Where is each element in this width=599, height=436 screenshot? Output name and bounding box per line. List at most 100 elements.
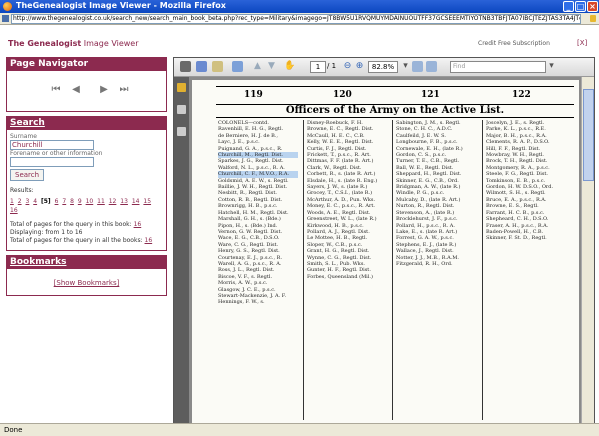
maximize-button[interactable]: □ bbox=[575, 1, 586, 12]
page-number: 122 bbox=[512, 90, 531, 100]
surname-label: Surname bbox=[10, 133, 37, 140]
result-page-link[interactable]: 16 bbox=[10, 207, 18, 214]
result-page-link[interactable]: 13 bbox=[120, 198, 128, 205]
subscription-label: Credit Free Subscription bbox=[478, 40, 550, 47]
fit-width-icon[interactable] bbox=[426, 61, 437, 72]
surname-input[interactable]: Churchill bbox=[10, 140, 94, 150]
result-page-link[interactable]: 9 bbox=[78, 198, 82, 205]
search-button[interactable]: Search bbox=[10, 169, 45, 181]
bookmarks-title[interactable]: Bookmarks bbox=[7, 256, 166, 269]
last-page-icon[interactable]: ⏭ bbox=[119, 85, 129, 95]
attachments-icon[interactable] bbox=[177, 127, 186, 136]
result-page-link[interactable]: 8 bbox=[70, 198, 74, 205]
search-title[interactable]: Search bbox=[7, 117, 166, 130]
hand-tool-icon[interactable]: ✋ bbox=[284, 61, 295, 72]
total-book-label: Total of pages for the query in this boo… bbox=[10, 221, 132, 228]
email-icon[interactable] bbox=[232, 61, 243, 72]
page-number: 119 bbox=[244, 90, 263, 100]
forename-input[interactable] bbox=[10, 157, 94, 167]
close-viewer-link[interactable]: [X] bbox=[577, 39, 587, 47]
print-icon[interactable] bbox=[180, 61, 191, 72]
text-column: Sabington, J. M., s. Regtl. Stone, C. H. … bbox=[396, 120, 476, 420]
firefox-icon bbox=[3, 2, 12, 11]
entry-line: Corbett, R., s. (late R. Art.) bbox=[307, 171, 376, 178]
total-book-value[interactable]: 16 bbox=[134, 221, 142, 228]
zoom-select[interactable]: 82.8% bbox=[368, 61, 398, 73]
entry-line: Fitzgerald, R. H., Ord. bbox=[396, 260, 453, 267]
text-column: Disney-Roebuck, F. H. Browne, E. C., Regt… bbox=[307, 120, 387, 420]
total-all-value[interactable]: 16 bbox=[145, 237, 153, 244]
navigator-controls: ⏮ ◀ ▶ ⏭ bbox=[7, 71, 166, 111]
close-window-button[interactable]: × bbox=[587, 1, 598, 12]
total-book-stat: Total of pages for the query in this boo… bbox=[10, 221, 163, 229]
security-lock-icon[interactable] bbox=[177, 83, 186, 92]
result-page-link[interactable]: 4 bbox=[33, 198, 37, 205]
result-page-link[interactable]: 10 bbox=[86, 198, 94, 205]
entry-line: Forbes, Queensland (Mil.) bbox=[307, 273, 373, 280]
result-page-link[interactable]: 1 bbox=[10, 198, 14, 205]
sidebar: Page Navigator ⏮ ◀ ▶ ⏭ Search Surname Ch… bbox=[6, 57, 167, 300]
result-page-link[interactable]: 12 bbox=[109, 198, 117, 205]
prev-page-icon[interactable]: ◀ bbox=[71, 85, 81, 95]
result-page-link[interactable]: 7 bbox=[62, 198, 66, 205]
result-page-current: [5] bbox=[41, 198, 51, 205]
result-page-link[interactable]: 6 bbox=[55, 198, 59, 205]
zoom-dropdown-icon[interactable]: ▾ bbox=[400, 61, 411, 72]
pdf-toolbar: ▲ ▼ ✋ 1 / 1 ⊖ ⊕ 82.8% ▾ Find ▾ bbox=[174, 58, 594, 77]
result-page-link[interactable]: 3 bbox=[26, 198, 30, 205]
status-bar: Done bbox=[0, 423, 599, 436]
zoom-out-icon[interactable]: ⊖ bbox=[342, 61, 353, 72]
result-page-link[interactable]: 2 bbox=[18, 198, 22, 205]
search-body: Surname Churchill Forename or other info… bbox=[7, 130, 166, 250]
displaying-stat: Displaying: from 1 to 16 bbox=[10, 229, 83, 236]
page-navigator-title: Page Navigator bbox=[7, 58, 166, 71]
window-titlebar: TheGenealogist Image Viewer - Mozilla Fi… bbox=[0, 0, 599, 13]
brand-name: The Genealogist bbox=[8, 39, 82, 48]
save-icon[interactable] bbox=[196, 61, 207, 72]
bookmarks-panel: Bookmarks [Show Bookmarks] bbox=[6, 255, 167, 296]
find-input[interactable]: Find bbox=[450, 61, 546, 73]
pdf-scrollbar[interactable] bbox=[581, 77, 594, 424]
document-columns: COLONELS—contd. Ravenhill, E. H. G., Regt… bbox=[216, 120, 574, 420]
show-bookmarks-link[interactable]: [Show Bookmarks] bbox=[7, 269, 166, 295]
pdf-side-rail bbox=[174, 77, 189, 424]
scrollbar-thumb[interactable] bbox=[583, 89, 594, 181]
page-up-icon[interactable]: ▲ bbox=[252, 61, 263, 72]
next-page-icon[interactable]: ▶ bbox=[99, 85, 109, 95]
zoom-in-icon[interactable]: ⊕ bbox=[354, 61, 365, 72]
page-content: The Genealogist Image Viewer Credit Free… bbox=[0, 25, 599, 425]
total-all-stat: Total of pages for the query in all the … bbox=[10, 237, 163, 245]
page-number-input[interactable]: 1 bbox=[310, 61, 326, 73]
page-navigator-panel: Page Navigator ⏮ ◀ ▶ ⏭ bbox=[6, 57, 167, 112]
fit-page-icon[interactable] bbox=[412, 61, 423, 72]
status-text: Done bbox=[4, 426, 23, 434]
text-column: COLONELS—contd. Ravenhill, E. H. G., Regt… bbox=[218, 120, 298, 420]
pages-panel-icon[interactable] bbox=[177, 105, 186, 114]
page-number-row: 119 120 121 122 bbox=[216, 86, 574, 105]
find-dropdown-icon[interactable]: ▾ bbox=[546, 61, 557, 72]
first-page-icon[interactable]: ⏮ bbox=[51, 85, 61, 95]
result-page-link[interactable]: 11 bbox=[97, 198, 105, 205]
page-number: 121 bbox=[421, 90, 440, 100]
pdf-viewer: ▲ ▼ ✋ 1 / 1 ⊖ ⊕ 82.8% ▾ Find ▾ 119 120 1… bbox=[173, 57, 595, 425]
entry-line: Greenstreet, W. L., (late R.) bbox=[307, 216, 377, 223]
total-all-label: Total of pages for the query in all the … bbox=[10, 237, 143, 244]
column-divider bbox=[303, 120, 304, 420]
search-panel: Search Surname Churchill Forename or oth… bbox=[6, 116, 167, 251]
column-divider bbox=[482, 120, 483, 420]
lock-icon bbox=[590, 15, 596, 22]
result-page-link[interactable]: 14 bbox=[132, 198, 140, 205]
address-bar: http://www.thegenealogist.co.uk/search_n… bbox=[0, 13, 599, 25]
page-down-icon[interactable]: ▼ bbox=[266, 61, 277, 72]
viewer-title: The Genealogist Image Viewer bbox=[8, 39, 139, 48]
upload-icon[interactable] bbox=[212, 61, 223, 72]
result-page-link[interactable]: 15 bbox=[143, 198, 151, 205]
forename-label: Forename or other information bbox=[10, 150, 103, 157]
window-title: TheGenealogist Image Viewer - Mozilla Fi… bbox=[16, 1, 226, 10]
entry-line: Churchill, C. F., M.V.O., R.A. bbox=[218, 171, 298, 178]
url-field[interactable]: http://www.thegenealogist.co.uk/search_n… bbox=[11, 14, 581, 24]
minimize-button[interactable]: _ bbox=[563, 1, 574, 12]
page-number: 120 bbox=[333, 90, 352, 100]
results-pages: 1 2 3 4 [5] 6 7 8 9 10 11 12 13 14 15 16 bbox=[10, 197, 163, 215]
text-column: Joscelyn, J. E., s. Regtl. Parke, K. L., … bbox=[486, 120, 566, 420]
